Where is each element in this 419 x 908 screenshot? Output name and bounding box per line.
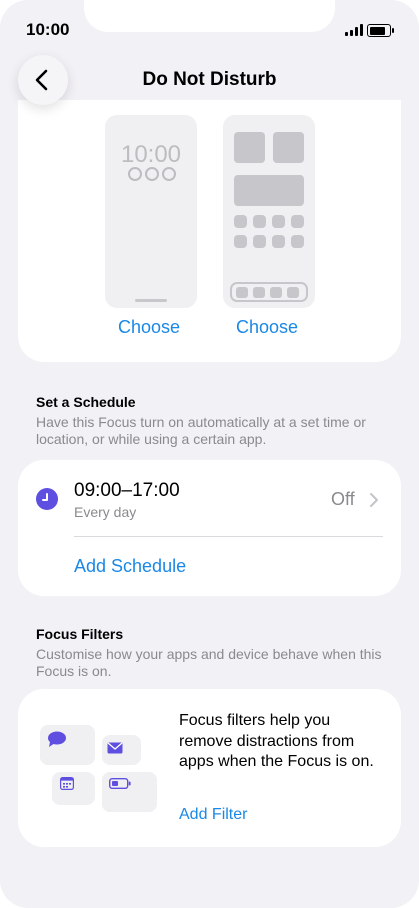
focus-filters-text: Focus filters help you remove distractio… [179,712,374,770]
app-tile [253,235,266,248]
clock-icon [36,488,58,510]
battery-filter-icon [109,778,131,789]
add-schedule-button[interactable]: Add Schedule [74,556,186,577]
app-tile [291,215,304,228]
app-tile [272,215,285,228]
mail-icon [107,742,123,754]
screens-card: 10:00 Choose Choose [18,100,401,362]
schedule-card: 09:00–17:00 Every day Off Add Schedule [18,460,401,596]
home-indicator [135,299,167,302]
schedule-section-description: Have this Focus turn on automatically at… [36,414,366,447]
app-tile [253,215,266,228]
phone-screen: 10:00 10:00 Choose Choose Do Not Disturb… [0,0,419,908]
add-filter-button[interactable]: Add Filter [179,806,247,824]
app-tile [272,235,285,248]
schedule-status: Off [331,489,355,509]
app-tile [273,132,304,163]
schedule-section-title: Set a Schedule [36,394,136,410]
app-tile [234,215,247,228]
message-icon [48,731,66,747]
home-screen-preview[interactable] [223,115,315,308]
lock-screen-preview[interactable]: 10:00 [105,115,197,308]
schedule-time: 09:00–17:00 [74,480,180,501]
status-time: 10:00 [26,20,70,39]
signal-icon [345,24,365,36]
schedule-days: Every day [74,504,137,520]
widget-tile [234,175,304,206]
dock [230,282,308,302]
calendar-icon [60,777,74,790]
battery-icon [367,24,394,37]
chevron-right-icon [370,493,378,507]
app-tile [291,235,304,248]
focus-filters-card: Focus filters help you remove distractio… [18,689,401,847]
choose-lock-screen-button[interactable]: Choose [118,317,180,338]
choose-home-screen-button[interactable]: Choose [236,317,298,338]
lock-screen-time: 10:00 [120,141,182,168]
lock-screen-widgets [128,167,179,186]
app-tile [234,132,265,163]
filters-section-title: Focus Filters [36,626,124,642]
divider [74,536,383,537]
app-tile [234,235,247,248]
page-title: Do Not Disturb [142,69,277,90]
notch [84,0,335,32]
schedule-row[interactable]: 09:00–17:00 Every day Off [18,460,401,536]
filters-section-description: Customise how your apps and device behav… [36,646,382,679]
